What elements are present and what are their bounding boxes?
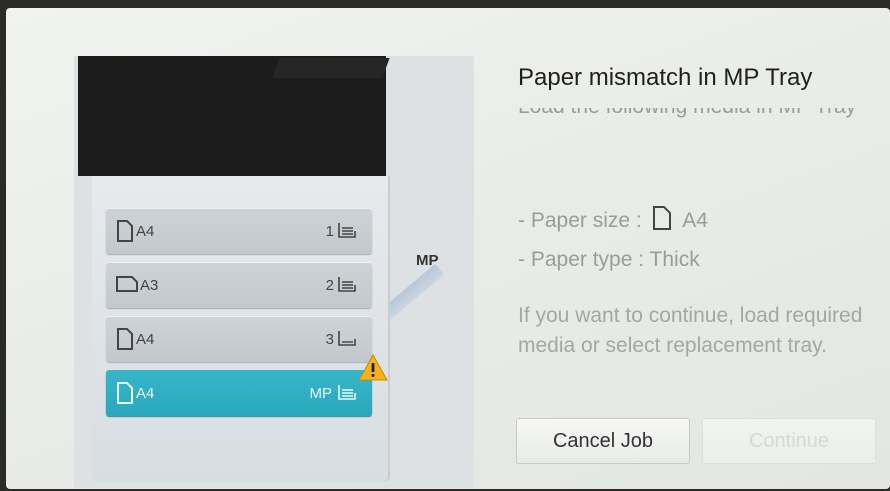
tray-mp[interactable]: A4 MP [106, 370, 372, 416]
tray-3[interactable]: A4 3 [106, 316, 372, 362]
paper-stack-icon [338, 330, 356, 350]
cancel-job-button[interactable]: Cancel Job [516, 418, 690, 464]
tray-2-size: A3 [140, 277, 159, 294]
dialog-title: Paper mismatch in MP Tray [518, 64, 813, 91]
tray-1-number: 1 [325, 223, 334, 240]
message-scroll-area[interactable]: Load the following media in MP Tray [510, 108, 890, 183]
instruction-note: If you want to continue, load required m… [518, 304, 863, 357]
printer-lid [272, 58, 390, 78]
paper-stack-icon [338, 222, 356, 242]
warning-icon [358, 353, 388, 386]
tray-mp-size: A4 [136, 385, 155, 402]
continue-button[interactable]: Continue [702, 418, 876, 464]
paper-stack-icon [338, 276, 356, 296]
document-icon [116, 382, 134, 408]
printer-body: A4 1 A3 2 A4 3 A4 MP [92, 176, 390, 481]
dialog-message: Load the following media in MP Tray [518, 108, 878, 122]
document-landscape-icon [116, 274, 138, 296]
document-icon [652, 206, 672, 236]
paper-size-label: - Paper size : [518, 209, 642, 232]
touch-screen: MP A4 1 A3 2 A4 3 A4 MP Paper mismatch i… [6, 8, 890, 489]
tray-mp-number: MP [309, 385, 333, 402]
paper-size-value: A4 [682, 209, 708, 232]
printer-illustration: MP A4 1 A3 2 A4 3 A4 MP [74, 56, 474, 488]
tray-2-number: 2 [325, 277, 334, 294]
paper-type-row: - Paper type : Thick [518, 248, 700, 271]
document-icon [116, 328, 134, 354]
paper-size-row: - Paper size : A4 [518, 206, 708, 236]
tray-3-number: 3 [325, 331, 334, 348]
tray-2[interactable]: A3 2 [106, 262, 372, 308]
paper-stack-icon [338, 384, 356, 404]
mp-tray-label: MP [416, 252, 439, 269]
tray-1[interactable]: A4 1 [106, 208, 372, 254]
tray-1-size: A4 [136, 223, 155, 240]
tray-3-size: A4 [136, 331, 155, 348]
document-icon [116, 220, 134, 246]
